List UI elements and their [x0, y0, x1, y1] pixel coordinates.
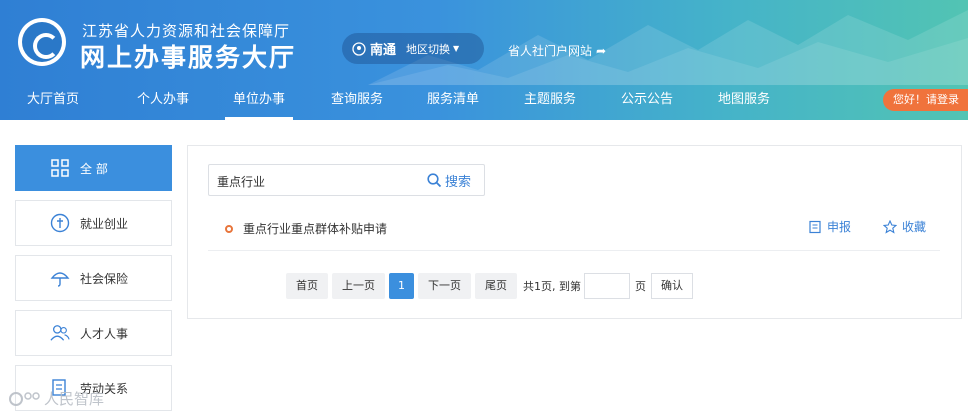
sidebar-item-label: 人才人事: [80, 326, 129, 341]
region-selector[interactable]: 南通 地区切换 ▼: [342, 33, 484, 64]
sidebar-item-talent[interactable]: 人才人事: [15, 310, 172, 356]
result-row: 重点行业重点群体补贴申请 申报 收藏: [208, 210, 940, 251]
first-page-button[interactable]: 首页: [286, 273, 328, 299]
watermark: 人民智库: [8, 388, 104, 409]
umbrella-icon: [50, 268, 70, 288]
current-city: 南通: [370, 43, 397, 58]
main-nav: 大厅首页 个人办事 单位办事 查询服务 服务清单 主题服务 公示公告 地图服务: [0, 86, 968, 120]
sidebar-item-all[interactable]: 全 部: [15, 145, 172, 191]
sidebar-item-label: 社会保险: [80, 271, 129, 286]
grid-icon: [50, 158, 70, 178]
nav-query[interactable]: 查询服务: [331, 90, 383, 120]
favorite-label: 收藏: [902, 220, 927, 234]
apply-label: 申报: [827, 220, 852, 234]
search-button-label: 搜索: [445, 174, 472, 190]
confirm-button[interactable]: 确认: [651, 273, 693, 299]
watermark-logo-icon: [9, 391, 40, 406]
last-page-button[interactable]: 尾页: [475, 273, 517, 299]
next-page-button[interactable]: 下一页: [418, 273, 471, 299]
search-input[interactable]: [217, 171, 417, 191]
portal-link[interactable]: 省人社门户网站 ➦: [508, 42, 606, 59]
employment-icon: [50, 213, 70, 233]
favorite-button[interactable]: 收藏: [883, 218, 926, 235]
bullet-icon: [225, 225, 233, 233]
result-title-link[interactable]: 重点行业重点群体补贴申请: [243, 220, 387, 237]
portal-link-label: 省人社门户网站: [508, 44, 593, 58]
apply-icon: [809, 220, 821, 233]
sidebar-item-employment[interactable]: 就业创业: [15, 200, 172, 246]
apply-button[interactable]: 申报: [808, 218, 851, 235]
page-unit: 页: [635, 280, 646, 293]
logo: [18, 18, 66, 66]
nav-unit[interactable]: 单位办事: [225, 90, 294, 120]
nav-home[interactable]: 大厅首页: [27, 90, 79, 120]
nav-notice[interactable]: 公示公告: [621, 90, 673, 120]
location-pin-icon: [352, 41, 366, 56]
page-info: 共1页, 到第: [523, 280, 581, 293]
nav-service-list[interactable]: 服务清单: [427, 90, 479, 120]
sidebar-item-label: 就业创业: [80, 216, 129, 231]
site-title: 网上办事服务大厅: [80, 43, 297, 72]
caret-down-icon: ▼: [453, 44, 460, 53]
sidebar-item-insurance[interactable]: 社会保险: [15, 255, 172, 301]
watermark-text: 人民智库: [44, 390, 105, 408]
pagination: 首页 上一页 1 下一页 尾页 共1页, 到第 页 确认: [286, 273, 693, 299]
login-button[interactable]: 您好！请登录: [883, 89, 968, 111]
region-switch-link[interactable]: 地区切换: [406, 41, 450, 57]
search-button[interactable]: 搜索: [427, 170, 471, 190]
search-icon: [427, 172, 442, 187]
star-icon: [883, 219, 897, 234]
nav-personal[interactable]: 个人办事: [137, 90, 189, 120]
people-icon: [50, 323, 70, 343]
page-jump-input[interactable]: [584, 273, 630, 299]
prev-page-button[interactable]: 上一页: [332, 273, 385, 299]
nav-map[interactable]: 地图服务: [718, 90, 770, 120]
share-icon: ➦: [596, 43, 607, 58]
site-header: 江苏省人力资源和社会保障厅 网上办事服务大厅 南通 地区切换 ▼ 省人社门户网站…: [0, 0, 968, 120]
sidebar-item-label: 全 部: [80, 161, 108, 176]
page-1-button[interactable]: 1: [389, 273, 414, 299]
nav-theme[interactable]: 主题服务: [524, 90, 576, 120]
